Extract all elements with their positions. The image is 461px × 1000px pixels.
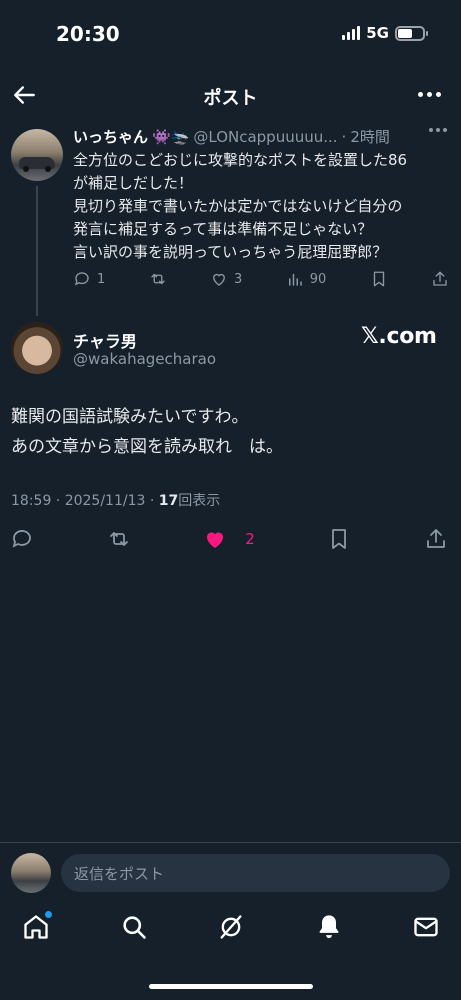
main-post-text: 難関の国語試験みたいですわ。 あの文章から意図を読み取れ は。 bbox=[11, 402, 283, 462]
main-author-name[interactable]: チャラ男 bbox=[73, 328, 137, 352]
bookmark-icon[interactable] bbox=[327, 527, 351, 551]
tab-home[interactable] bbox=[22, 911, 52, 945]
network-label: 5G bbox=[366, 24, 389, 42]
reply-input[interactable]: 返信をポスト bbox=[61, 854, 450, 892]
main-author-handle[interactable]: @wakahagecharao bbox=[73, 350, 216, 368]
parent-views-button[interactable]: 90 bbox=[286, 270, 327, 288]
parent-more-icon[interactable] bbox=[429, 128, 447, 132]
my-avatar[interactable] bbox=[11, 853, 51, 893]
main-post-meta: 18:59 · 2025/11/13 · 17回表示 bbox=[11, 490, 220, 510]
parent-post-text[interactable]: 全方位のこどおじに攻撃的なポストを設置した86 が補足しだした！ 見切り発車で書… bbox=[73, 149, 453, 264]
repost-icon[interactable] bbox=[107, 527, 131, 551]
parent-author-emojis: 👾🛬 bbox=[152, 127, 190, 146]
share-icon[interactable] bbox=[424, 527, 448, 551]
heart-outline-icon bbox=[213, 273, 225, 286]
parent-like-button[interactable]: 3 bbox=[210, 270, 242, 288]
battery-icon bbox=[395, 25, 428, 41]
separator-dot: · bbox=[341, 127, 347, 146]
thread-connector-line bbox=[36, 186, 38, 316]
share-icon bbox=[433, 271, 447, 286]
main-post-view-count[interactable]: 17 bbox=[159, 493, 178, 509]
grok-icon bbox=[220, 915, 242, 939]
more-options-icon[interactable] bbox=[418, 92, 441, 97]
parent-reply-button[interactable]: 1 bbox=[73, 270, 105, 288]
parent-share-button[interactable] bbox=[431, 270, 449, 288]
parent-post-line: 言い訳の事を説明っていっちゃう屁理屈野郎？ bbox=[73, 243, 388, 261]
bookmark-icon bbox=[373, 271, 384, 287]
bottom-tab-bar bbox=[22, 911, 440, 945]
parent-like-count: 3 bbox=[234, 271, 243, 287]
main-post-view-label: 回表示 bbox=[178, 493, 221, 509]
parent-post-line: 見切り発車で書いたかは定かではないけど自分の bbox=[73, 197, 403, 215]
parent-view-count: 90 bbox=[309, 271, 327, 287]
analytics-icon bbox=[288, 273, 302, 286]
main-author-avatar[interactable] bbox=[11, 322, 63, 374]
tab-notifications[interactable] bbox=[315, 913, 343, 945]
main-post-line: 難関の国語試験みたいですわ。 bbox=[11, 407, 249, 427]
parent-reply-count: 1 bbox=[97, 271, 106, 287]
reply-icon bbox=[74, 272, 89, 286]
status-indicators: 5G bbox=[342, 24, 428, 42]
parent-post-line: が補足しだした！ bbox=[73, 174, 194, 192]
parent-author-name[interactable]: いっちゃん bbox=[73, 126, 148, 147]
parent-post-actions: 1 3 90 bbox=[73, 270, 449, 288]
parent-bookmark-button[interactable] bbox=[370, 270, 388, 288]
page-title: ポスト bbox=[203, 88, 258, 109]
parent-repost-button[interactable] bbox=[149, 270, 167, 288]
parent-post-line: 発言に補足するって事は準備不足じゃない？ bbox=[73, 220, 373, 238]
tab-search[interactable] bbox=[120, 913, 148, 945]
notification-dot bbox=[45, 911, 52, 918]
mail-icon bbox=[414, 917, 438, 937]
main-post-timestamp: 18:59 · 2025/11/13 · bbox=[11, 493, 159, 509]
search-icon bbox=[122, 916, 146, 939]
main-like-count: 2 bbox=[245, 530, 255, 548]
repost-icon bbox=[150, 273, 165, 285]
parent-author-handle[interactable]: @LONcappuuuuu... bbox=[193, 128, 337, 146]
reply-divider bbox=[0, 842, 461, 843]
main-post-actions: 2 bbox=[10, 527, 448, 551]
home-indicator bbox=[149, 984, 313, 989]
parent-post-header: いっちゃん 👾🛬 @LONcappuuuuu... · 2時間 bbox=[73, 126, 390, 147]
main-like-button[interactable]: 2 bbox=[203, 527, 255, 551]
bell-icon bbox=[319, 915, 338, 939]
main-post-line: あの文章から意図を読み取れ は。 bbox=[11, 437, 283, 457]
tab-grok[interactable] bbox=[217, 913, 245, 945]
heart-filled-icon bbox=[207, 532, 224, 548]
reply-icon[interactable] bbox=[10, 527, 34, 551]
status-time: 20:30 bbox=[56, 22, 120, 46]
x-com-watermark: 𝕏.com bbox=[361, 324, 437, 349]
parent-author-avatar[interactable] bbox=[11, 129, 63, 181]
tab-messages[interactable] bbox=[412, 913, 440, 945]
signal-icon bbox=[342, 26, 361, 40]
parent-post-line: 全方位のこどおじに攻撃的なポストを設置した86 bbox=[73, 151, 408, 169]
parent-post-time: 2時間 bbox=[350, 128, 390, 146]
